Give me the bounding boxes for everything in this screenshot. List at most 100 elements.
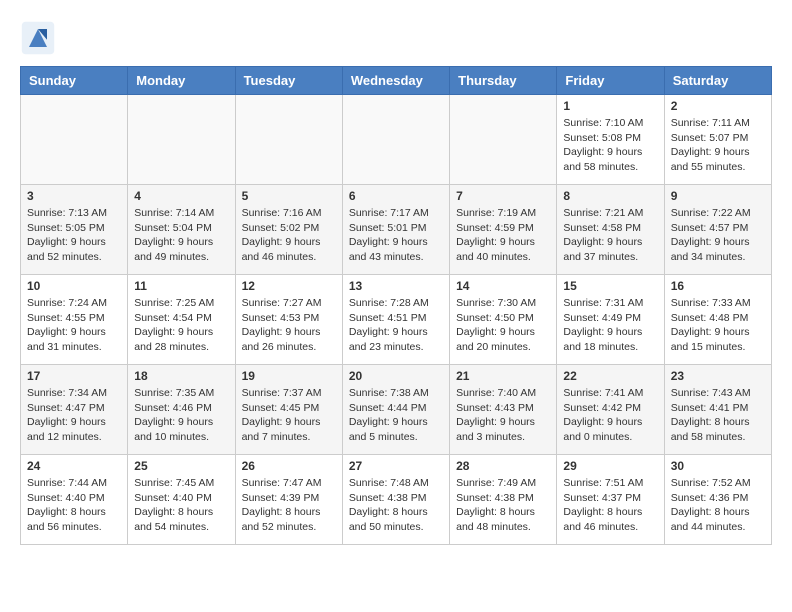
day-info: Sunrise: 7:30 AM Sunset: 4:50 PM Dayligh… [456,296,550,355]
day-info: Sunrise: 7:40 AM Sunset: 4:43 PM Dayligh… [456,386,550,445]
day-number: 30 [671,459,765,473]
calendar-cell: 19 Sunrise: 7:37 AM Sunset: 4:45 PM Dayli… [235,365,342,455]
day-number: 23 [671,369,765,383]
day-number: 17 [27,369,121,383]
day-info: Sunrise: 7:44 AM Sunset: 4:40 PM Dayligh… [27,476,121,535]
day-info: Sunrise: 7:19 AM Sunset: 4:59 PM Dayligh… [456,206,550,265]
calendar-cell: 14 Sunrise: 7:30 AM Sunset: 4:50 PM Dayli… [450,275,557,365]
calendar-cell: 11 Sunrise: 7:25 AM Sunset: 4:54 PM Dayli… [128,275,235,365]
day-info: Sunrise: 7:33 AM Sunset: 4:48 PM Dayligh… [671,296,765,355]
calendar-cell: 10 Sunrise: 7:24 AM Sunset: 4:55 PM Dayli… [21,275,128,365]
calendar-cell: 15 Sunrise: 7:31 AM Sunset: 4:49 PM Dayli… [557,275,664,365]
day-number: 11 [134,279,228,293]
calendar-cell: 21Sunrise: 7:40 AM Sunset: 4:43 PM Dayli… [450,365,557,455]
calendar: SundayMondayTuesdayWednesdayThursdayFrid… [20,66,772,545]
day-number: 27 [349,459,443,473]
calendar-cell: 28 Sunrise: 7:49 AM Sunset: 4:38 PM Dayli… [450,455,557,545]
week-row-5: 24Sunrise: 7:44 AM Sunset: 4:40 PM Dayli… [21,455,772,545]
calendar-cell: 29 Sunrise: 7:51 AM Sunset: 4:37 PM Dayli… [557,455,664,545]
day-number: 25 [134,459,228,473]
day-info: Sunrise: 7:24 AM Sunset: 4:55 PM Dayligh… [27,296,121,355]
day-info: Sunrise: 7:48 AM Sunset: 4:38 PM Dayligh… [349,476,443,535]
calendar-cell: 6 Sunrise: 7:17 AM Sunset: 5:01 PM Daylig… [342,185,449,275]
calendar-cell: 20 Sunrise: 7:38 AM Sunset: 4:44 PM Dayli… [342,365,449,455]
day-info: Sunrise: 7:37 AM Sunset: 4:45 PM Dayligh… [242,386,336,445]
day-info: Sunrise: 7:27 AM Sunset: 4:53 PM Dayligh… [242,296,336,355]
day-number: 15 [563,279,657,293]
day-info: Sunrise: 7:47 AM Sunset: 4:39 PM Dayligh… [242,476,336,535]
column-header-friday: Friday [557,67,664,95]
day-number: 6 [349,189,443,203]
day-info: Sunrise: 7:31 AM Sunset: 4:49 PM Dayligh… [563,296,657,355]
column-header-tuesday: Tuesday [235,67,342,95]
calendar-cell: 9 Sunrise: 7:22 AM Sunset: 4:57 PM Daylig… [664,185,771,275]
day-info: Sunrise: 7:28 AM Sunset: 4:51 PM Dayligh… [349,296,443,355]
day-number: 4 [134,189,228,203]
day-info: Sunrise: 7:45 AM Sunset: 4:40 PM Dayligh… [134,476,228,535]
column-header-sunday: Sunday [21,67,128,95]
calendar-cell [342,95,449,185]
day-info: Sunrise: 7:14 AM Sunset: 5:04 PM Dayligh… [134,206,228,265]
week-row-1: 1 Sunrise: 7:10 AM Sunset: 5:08 PM Daylig… [21,95,772,185]
day-number: 16 [671,279,765,293]
calendar-cell: 1 Sunrise: 7:10 AM Sunset: 5:08 PM Daylig… [557,95,664,185]
calendar-cell: 26 Sunrise: 7:47 AM Sunset: 4:39 PM Dayli… [235,455,342,545]
calendar-header-row: SundayMondayTuesdayWednesdayThursdayFrid… [21,67,772,95]
day-info: Sunrise: 7:35 AM Sunset: 4:46 PM Dayligh… [134,386,228,445]
page-header [20,20,772,56]
week-row-3: 10 Sunrise: 7:24 AM Sunset: 4:55 PM Dayli… [21,275,772,365]
day-number: 7 [456,189,550,203]
week-row-4: 17 Sunrise: 7:34 AM Sunset: 4:47 PM Dayli… [21,365,772,455]
day-info: Sunrise: 7:22 AM Sunset: 4:57 PM Dayligh… [671,206,765,265]
calendar-cell: 25 Sunrise: 7:45 AM Sunset: 4:40 PM Dayli… [128,455,235,545]
day-number: 14 [456,279,550,293]
calendar-cell [235,95,342,185]
day-info: Sunrise: 7:21 AM Sunset: 4:58 PM Dayligh… [563,206,657,265]
day-info: Sunrise: 7:43 AM Sunset: 4:41 PM Dayligh… [671,386,765,445]
column-header-saturday: Saturday [664,67,771,95]
day-info: Sunrise: 7:13 AM Sunset: 5:05 PM Dayligh… [27,206,121,265]
calendar-cell: 3Sunrise: 7:13 AM Sunset: 5:05 PM Daylig… [21,185,128,275]
day-info: Sunrise: 7:34 AM Sunset: 4:47 PM Dayligh… [27,386,121,445]
calendar-cell: 8Sunrise: 7:21 AM Sunset: 4:58 PM Daylig… [557,185,664,275]
calendar-cell: 17 Sunrise: 7:34 AM Sunset: 4:47 PM Dayli… [21,365,128,455]
day-number: 20 [349,369,443,383]
day-number: 19 [242,369,336,383]
column-header-wednesday: Wednesday [342,67,449,95]
day-info: Sunrise: 7:25 AM Sunset: 4:54 PM Dayligh… [134,296,228,355]
day-number: 13 [349,279,443,293]
day-info: Sunrise: 7:52 AM Sunset: 4:36 PM Dayligh… [671,476,765,535]
calendar-cell: 5Sunrise: 7:16 AM Sunset: 5:02 PM Daylig… [235,185,342,275]
calendar-cell: 24Sunrise: 7:44 AM Sunset: 4:40 PM Dayli… [21,455,128,545]
day-number: 9 [671,189,765,203]
calendar-cell: 30 Sunrise: 7:52 AM Sunset: 4:36 PM Dayli… [664,455,771,545]
calendar-cell: 22Sunrise: 7:41 AM Sunset: 4:42 PM Dayli… [557,365,664,455]
day-info: Sunrise: 7:11 AM Sunset: 5:07 PM Dayligh… [671,116,765,175]
day-number: 29 [563,459,657,473]
calendar-cell: 4 Sunrise: 7:14 AM Sunset: 5:04 PM Daylig… [128,185,235,275]
column-header-thursday: Thursday [450,67,557,95]
day-info: Sunrise: 7:51 AM Sunset: 4:37 PM Dayligh… [563,476,657,535]
logo-icon [20,20,56,56]
day-number: 26 [242,459,336,473]
day-number: 12 [242,279,336,293]
calendar-cell [21,95,128,185]
day-number: 10 [27,279,121,293]
calendar-cell: 12 Sunrise: 7:27 AM Sunset: 4:53 PM Dayli… [235,275,342,365]
day-info: Sunrise: 7:17 AM Sunset: 5:01 PM Dayligh… [349,206,443,265]
calendar-cell [450,95,557,185]
calendar-cell: 2 Sunrise: 7:11 AM Sunset: 5:07 PM Daylig… [664,95,771,185]
day-info: Sunrise: 7:38 AM Sunset: 4:44 PM Dayligh… [349,386,443,445]
logo [20,20,62,56]
calendar-cell: 13 Sunrise: 7:28 AM Sunset: 4:51 PM Dayli… [342,275,449,365]
calendar-cell: 27 Sunrise: 7:48 AM Sunset: 4:38 PM Dayli… [342,455,449,545]
day-info: Sunrise: 7:41 AM Sunset: 4:42 PM Dayligh… [563,386,657,445]
day-info: Sunrise: 7:49 AM Sunset: 4:38 PM Dayligh… [456,476,550,535]
day-number: 1 [563,99,657,113]
day-number: 28 [456,459,550,473]
calendar-cell: 18Sunrise: 7:35 AM Sunset: 4:46 PM Dayli… [128,365,235,455]
day-number: 2 [671,99,765,113]
day-info: Sunrise: 7:10 AM Sunset: 5:08 PM Dayligh… [563,116,657,175]
column-header-monday: Monday [128,67,235,95]
day-info: Sunrise: 7:16 AM Sunset: 5:02 PM Dayligh… [242,206,336,265]
